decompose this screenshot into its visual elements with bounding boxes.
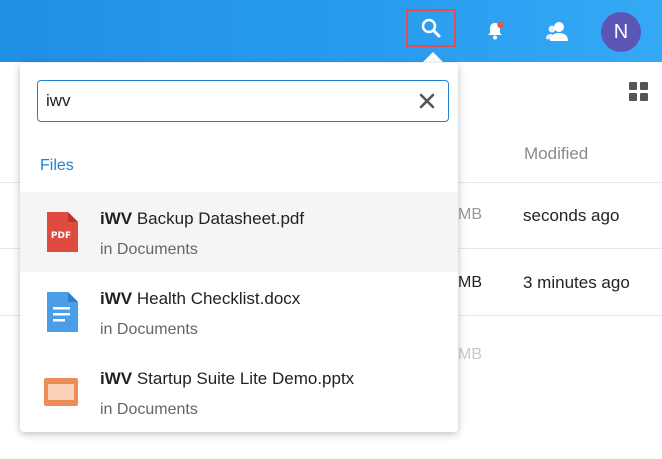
result-name: iWV Startup Suite Lite Demo.pptx — [100, 369, 355, 388]
result-location: in Documents — [100, 241, 198, 258]
search-result-item[interactable]: PDF iWV Backup Datasheet.pdf in Document… — [20, 192, 458, 272]
result-name: iWV Backup Datasheet.pdf — [100, 209, 305, 228]
pdf-file-icon: PDF — [47, 212, 78, 252]
search-result-item[interactable]: iWV Health Checklist.docx in Documents — [20, 272, 458, 352]
top-bar: N — [0, 0, 662, 62]
document-file-icon — [47, 292, 78, 332]
user-avatar[interactable]: N — [601, 12, 641, 52]
file-size: MB — [458, 274, 482, 291]
contacts-icon[interactable] — [545, 20, 571, 44]
search-input[interactable] — [46, 87, 406, 115]
avatar-initial: N — [613, 20, 629, 43]
search-button[interactable] — [406, 9, 456, 47]
search-results-dropdown: Files PDF iWV Backup Datasheet.pdf in Do… — [20, 63, 458, 432]
result-location: in Documents — [100, 401, 198, 418]
file-modified: seconds ago — [523, 206, 620, 225]
search-field[interactable] — [37, 80, 449, 122]
files-section-label: Files — [40, 157, 74, 174]
search-result-item[interactable]: iWV Startup Suite Lite Demo.pptx in Docu… — [20, 352, 458, 432]
pdf-icon-label: PDF — [51, 231, 71, 241]
presentation-file-icon — [44, 378, 78, 406]
file-modified: 3 minutes ago — [523, 273, 630, 292]
file-size: MB — [458, 206, 482, 223]
file-size: MB — [458, 346, 482, 363]
notifications-bell-icon[interactable] — [484, 20, 506, 42]
clear-search-icon[interactable] — [416, 90, 438, 112]
result-location: in Documents — [100, 321, 198, 338]
grid-view-icon[interactable] — [629, 82, 649, 102]
dropdown-pointer — [422, 52, 444, 63]
result-name: iWV Health Checklist.docx — [100, 289, 301, 308]
modified-column-header[interactable]: Modified — [524, 144, 588, 164]
search-icon — [421, 18, 441, 38]
